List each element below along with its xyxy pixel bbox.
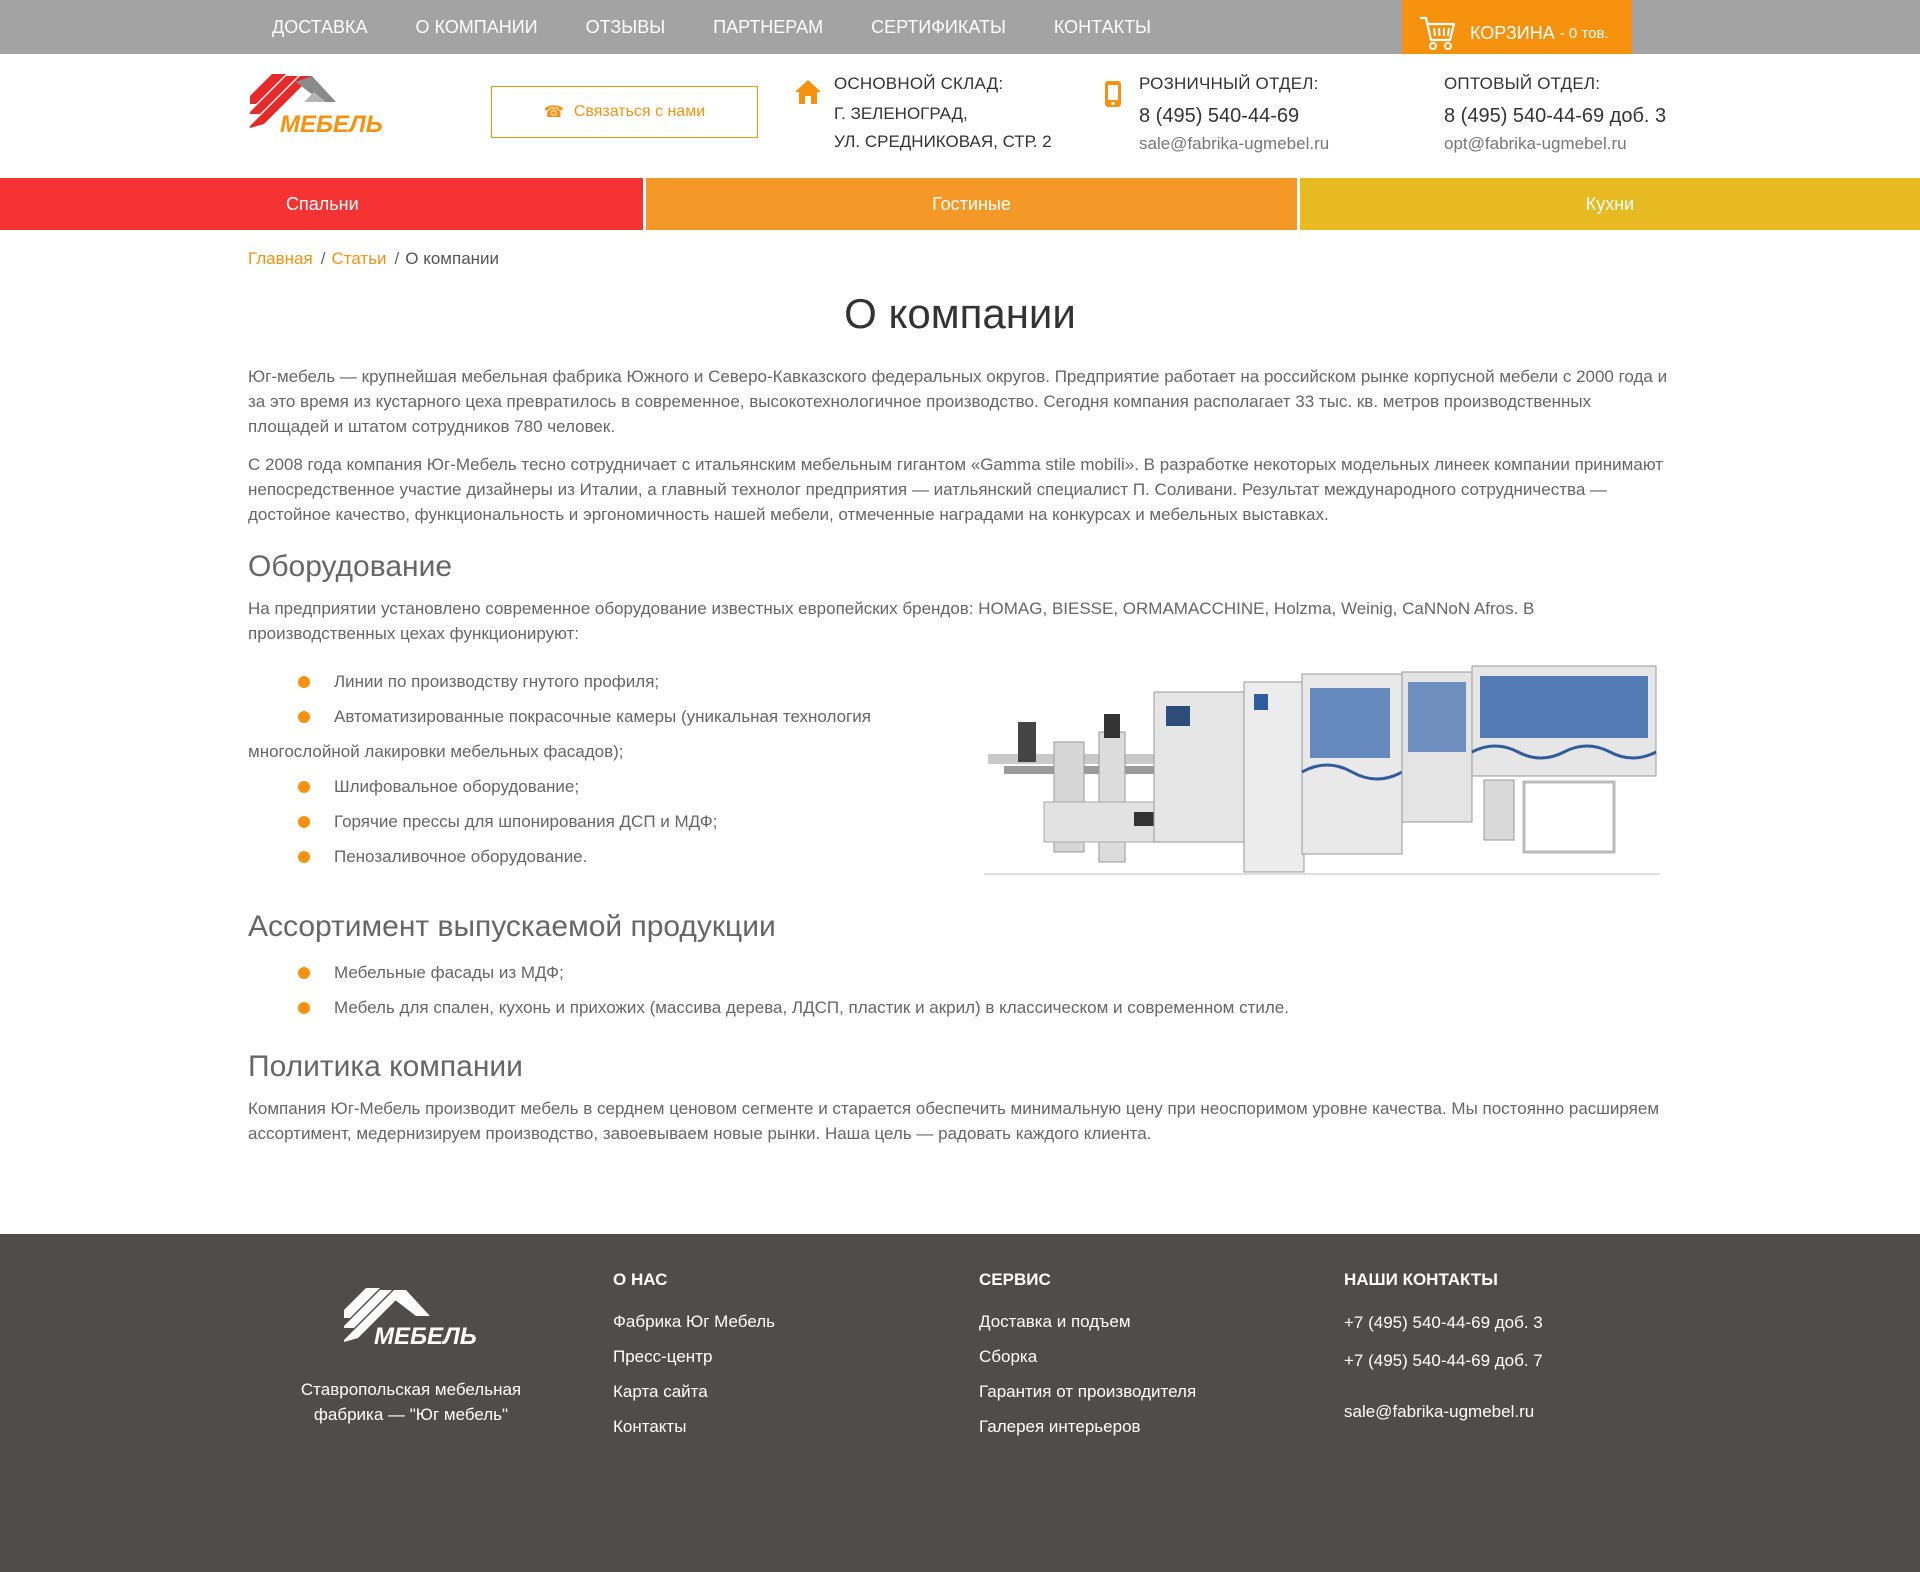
assortment-heading: Ассортимент выпускаемой продукции: [248, 910, 776, 943]
bullet-dot-icon: [298, 967, 310, 979]
breadcrumb-home[interactable]: Главная: [248, 249, 313, 268]
contact-us-button[interactable]: ☎ Связаться с нами: [491, 86, 758, 138]
cart-count: - 0 тов.: [1559, 24, 1609, 42]
warehouse-info: ОСНОВНОЙ СКЛАД: Г. ЗЕЛЕНОГРАД, УЛ. СРЕДН…: [834, 74, 1052, 156]
top-nav-certificates[interactable]: СЕРТИФИКАТЫ: [847, 0, 1030, 54]
top-bar: ДОСТАВКА О КОМПАНИИ ОТЗЫВЫ ПАРТНЕРАМ СЕР…: [0, 0, 1920, 54]
footer-phone-2[interactable]: +7 (495) 540-44-69 доб. 7: [1344, 1342, 1543, 1380]
page-title: О компании: [844, 290, 1076, 337]
footer-link-gallery[interactable]: Галерея интерьеров: [979, 1409, 1196, 1444]
header: МЕБЕЛЬ ☎ Связаться с нами ОСНОВНОЙ СКЛАД…: [0, 54, 1920, 178]
footer-tagline: Ставропольская мебельная фабрика — "Юг м…: [300, 1380, 522, 1424]
intro-paragraph-2: С 2008 года компания Юг-Мебель тесно сот…: [248, 455, 1663, 524]
category-bar: Спальни Гостиные Кухни: [0, 178, 1920, 230]
breadcrumb: Главная / Статьи / О компании: [248, 249, 499, 269]
breadcrumb-articles[interactable]: Статьи: [331, 249, 386, 268]
list-item: Мебель для спален, кухонь и прихожих (ма…: [248, 990, 1648, 1025]
footer-link-press[interactable]: Пресс-центр: [613, 1339, 775, 1374]
retail-email[interactable]: sale@fabrika-ugmebel.ru: [1139, 134, 1329, 154]
list-item: Горячие прессы для шпонирования ДСП и МД…: [248, 804, 928, 839]
svg-text:МЕБЕЛЬ: МЕБЕЛЬ: [374, 1323, 477, 1350]
breadcrumb-separator: /: [394, 249, 400, 268]
top-nav-contacts[interactable]: КОНТАКТЫ: [1030, 0, 1175, 54]
breadcrumb-current: О компании: [405, 249, 500, 268]
bullet-dot-icon: [298, 711, 310, 723]
footer-service-heading: СЕРВИС: [979, 1270, 1051, 1289]
policy-heading: Политика компании: [248, 1050, 523, 1083]
footer-link-warranty[interactable]: Гарантия от производителя: [979, 1374, 1196, 1409]
warehouse-caption: ОСНОВНОЙ СКЛАД:: [834, 74, 1004, 93]
footer-link-delivery[interactable]: Доставка и подъем: [979, 1304, 1196, 1339]
category-living-rooms[interactable]: Гостиные: [646, 178, 1297, 230]
list-item: Мебельные фасады из МДФ;: [248, 955, 1648, 990]
footer-phone-1[interactable]: +7 (495) 540-44-69 доб. 3: [1344, 1304, 1543, 1342]
house-icon: [795, 80, 821, 104]
wholesale-phone[interactable]: 8 (495) 540-44-69 доб. 3: [1444, 98, 1666, 134]
equipment-heading: Оборудование: [248, 550, 453, 583]
svg-text:МЕБЕЛЬ: МЕБЕЛЬ: [280, 111, 383, 138]
intro-paragraph-1: Юг-мебель — крупнейшая мебельная фабрика…: [248, 367, 1668, 436]
top-nav: ДОСТАВКА О КОМПАНИИ ОТЗЫВЫ ПАРТНЕРАМ СЕР…: [248, 0, 1175, 54]
bullet-dot-icon: [298, 816, 310, 828]
footer-link-factory[interactable]: Фабрика Юг Мебель: [613, 1304, 775, 1339]
policy-paragraph: Компания Юг-Мебель производит мебель в с…: [248, 1099, 1660, 1143]
mobile-phone-icon: [1105, 81, 1121, 107]
footer-link-contacts[interactable]: Контакты: [613, 1409, 775, 1444]
wholesale-info: ОПТОВЫЙ ОТДЕЛ: 8 (495) 540-44-69 доб. 3 …: [1444, 74, 1666, 154]
footer-email[interactable]: sale@fabrika-ugmebel.ru: [1344, 1402, 1543, 1422]
bullet-dot-icon: [298, 781, 310, 793]
brand-logo[interactable]: МЕБЕЛЬ: [246, 72, 392, 138]
footer-contacts: НАШИ КОНТАКТЫ +7 (495) 540-44-69 доб. 3 …: [1344, 1270, 1543, 1422]
footer-link-assembly[interactable]: Сборка: [979, 1339, 1196, 1374]
footer-logo[interactable]: МЕБЕЛЬ: [340, 1286, 486, 1350]
category-bedrooms[interactable]: Спальни: [0, 178, 643, 230]
warehouse-city: Г. ЗЕЛЕНОГРАД,: [834, 104, 968, 123]
footer-link-sitemap[interactable]: Карта сайта: [613, 1374, 775, 1409]
footer: МЕБЕЛЬ Ставропольская мебельная фабрика …: [0, 1234, 1920, 1572]
footer-about: О НАС Фабрика Юг Мебель Пресс-центр Карт…: [613, 1270, 775, 1444]
footer-contacts-heading: НАШИ КОНТАКТЫ: [1344, 1270, 1498, 1289]
footer-about-heading: О НАС: [613, 1270, 668, 1289]
list-item: Автоматизированные покрасочные камеры (у…: [248, 707, 871, 761]
top-nav-about[interactable]: О КОМПАНИИ: [392, 0, 562, 54]
equipment-list: Линии по производству гнутого профиля; А…: [248, 664, 928, 874]
top-nav-reviews[interactable]: ОТЗЫВЫ: [562, 0, 690, 54]
footer-service: СЕРВИС Доставка и подъем Сборка Гарантия…: [979, 1270, 1196, 1444]
breadcrumb-separator: /: [320, 249, 326, 268]
bullet-dot-icon: [298, 1002, 310, 1014]
category-kitchens[interactable]: Кухни: [1300, 178, 1920, 230]
retail-info: РОЗНИЧНЫЙ ОТДЕЛ: 8 (495) 540-44-69 sale@…: [1139, 74, 1329, 154]
retail-caption: РОЗНИЧНЫЙ ОТДЕЛ:: [1139, 74, 1319, 93]
contact-us-label: Связаться с нами: [573, 103, 706, 120]
bullet-dot-icon: [298, 851, 310, 863]
phone-icon: ☎: [543, 104, 564, 121]
equipment-paragraph: На предприятии установлено современное о…: [248, 599, 1535, 643]
list-item: Шлифовальное оборудование;: [248, 769, 928, 804]
warehouse-street: УЛ. СРЕДНИКОВАЯ, СТР. 2: [834, 132, 1052, 151]
cart-icon: [1420, 16, 1456, 50]
wholesale-email[interactable]: opt@fabrika-ugmebel.ru: [1444, 134, 1666, 154]
assortment-list: Мебельные фасады из МДФ; Мебель для спал…: [248, 955, 1648, 1025]
list-item: Линии по производству гнутого профиля;: [248, 664, 928, 699]
bullet-dot-icon: [298, 676, 310, 688]
list-item: Пенозаливочное оборудование.: [248, 839, 928, 874]
top-nav-partners[interactable]: ПАРТНЕРАМ: [689, 0, 847, 54]
retail-phone[interactable]: 8 (495) 540-44-69: [1139, 98, 1329, 134]
cart-label: КОРЗИНА: [1470, 22, 1555, 43]
wholesale-caption: ОПТОВЫЙ ОТДЕЛ:: [1444, 74, 1601, 93]
production-line-image: [984, 665, 1660, 875]
top-nav-delivery[interactable]: ДОСТАВКА: [248, 0, 392, 54]
